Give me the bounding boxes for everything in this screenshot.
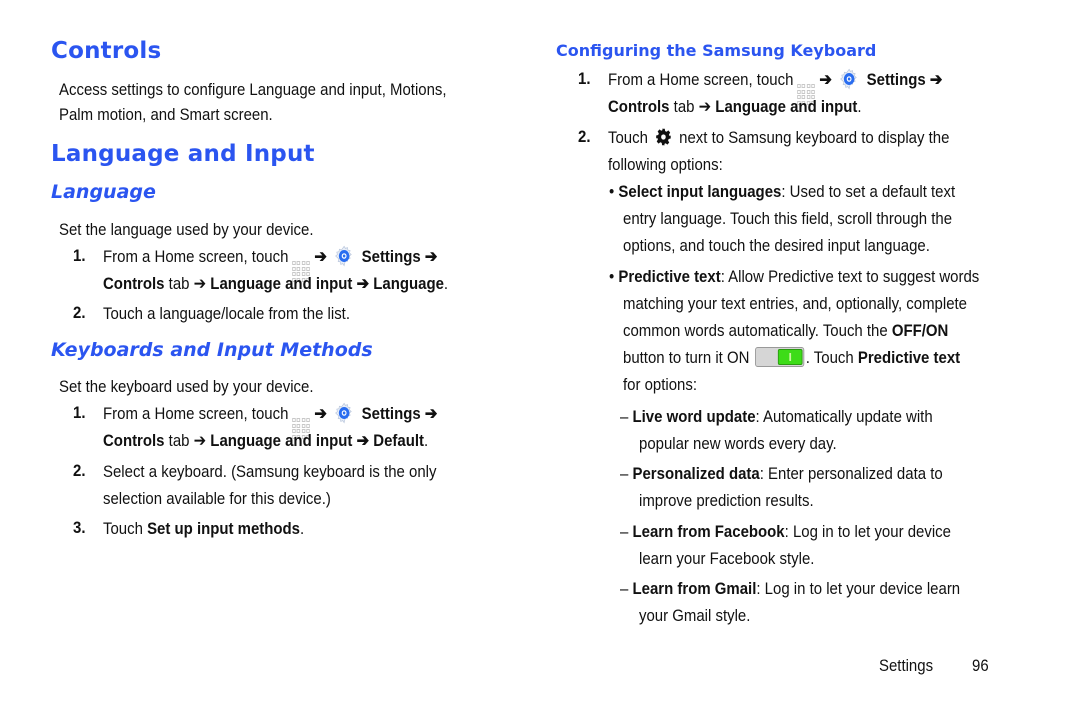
arrow: ➔ (314, 247, 327, 266)
settings-icon (840, 68, 857, 90)
option-text: : Allow Predictive text to suggest words (720, 267, 980, 286)
dash: – (620, 407, 629, 426)
bullet-select-input-languages-line3: options, and touch the desired input lan… (623, 236, 930, 255)
step-bold-text: Language and input (715, 97, 858, 116)
step-text: tab ➔ (164, 431, 211, 450)
step-number: 2. (73, 303, 86, 322)
keyboard-step-2-line1: Select a keyboard. (Samsung keyboard is … (103, 462, 437, 481)
arrow: ➔ (819, 70, 832, 89)
controls-heading: Controls (51, 38, 162, 64)
option-name: Learn from Gmail (632, 579, 757, 598)
step-text: From a Home screen, touch (103, 247, 289, 266)
option-name: Predictive text (618, 267, 721, 286)
keyboard-step-1-line2: Controls tab ➔ Language and input ➔ Defa… (103, 427, 428, 454)
option-text: : Log in to let your device learn (756, 579, 961, 598)
sub-option-learn-facebook-line1: – Learn from Facebook: Log in to let you… (620, 518, 951, 545)
step-bold-text: Set up input methods (147, 519, 301, 538)
step-bold-text: Language and input ➔ Default (210, 431, 424, 450)
step-number: 1. (578, 69, 591, 88)
bullet-predictive-text-line1: • Predictive text: Allow Predictive text… (609, 263, 979, 290)
settings-icon (335, 245, 352, 267)
language-step-2: Touch a language/locale from the list. (103, 304, 350, 323)
option-text: : Automatically update with (755, 407, 933, 426)
keyboard-step-3: Touch Set up input methods. (103, 515, 304, 542)
sub-option-learn-gmail-line1: – Learn from Gmail: Log in to let your d… (620, 575, 960, 602)
bullet-predictive-text-line5: for options: (623, 375, 698, 394)
language-intro: Set the language used by your device. (59, 220, 314, 239)
option-name: Live word update (632, 407, 756, 426)
config-step-1-line2: Controls tab ➔ Language and input. (608, 93, 862, 120)
bullet: • (609, 182, 615, 201)
bullet-predictive-text-line3: common words automatically. Touch the OF… (623, 317, 948, 344)
configuring-keyboard-heading: Configuring the Samsung Keyboard (556, 41, 877, 60)
option-text: : Log in to let your device (784, 522, 951, 541)
page-number: 96 (972, 656, 989, 675)
bullet-predictive-text-line2: matching your text entries, and, optiona… (623, 294, 967, 313)
config-step-2-line1: Touch next to Samsung keyboard to displa… (608, 124, 949, 151)
sub-option-personalized-data-line2: improve prediction results. (639, 491, 814, 510)
option-text: . Touch (805, 348, 858, 367)
config-step-2-line2: following options: (608, 155, 723, 174)
step-text: Touch (608, 128, 648, 147)
step-text: . (300, 519, 305, 538)
option-text: : Used to set a default text (781, 182, 956, 201)
settings-icon (335, 402, 352, 424)
step-number: 2. (73, 461, 86, 480)
on-off-toggle-icon (754, 347, 804, 367)
bullet-select-input-languages-line2: entry language. Touch this field, scroll… (623, 209, 953, 228)
step-bold-text: Language and input ➔ Language (210, 274, 444, 293)
option-text: : Enter personalized data to (759, 464, 943, 483)
language-step-1-line2: Controls tab ➔ Language and input ➔ Lang… (103, 270, 448, 297)
toggle-on-knob (777, 349, 803, 365)
keyboards-heading: Keyboards and Input Methods (51, 339, 373, 361)
option-bold-text: OFF/ON (891, 321, 949, 340)
sub-option-personalized-data-line1: – Personalized data: Enter personalized … (620, 460, 943, 487)
step-bold-text: Controls (103, 431, 165, 450)
sub-option-live-word-update-line2: popular new words every day. (639, 434, 837, 453)
step-text: tab ➔ (164, 274, 211, 293)
step-number: 3. (73, 518, 86, 537)
step-text: next to Samsung keyboard to display the (679, 128, 950, 147)
option-name: Personalized data (632, 464, 760, 483)
language-heading: Language (51, 181, 156, 203)
step-bold-text: Controls (608, 97, 670, 116)
step-number: 2. (578, 127, 591, 146)
dash: – (620, 522, 629, 541)
controls-text-line2: Palm motion, and Smart screen. (59, 105, 273, 124)
step-bold-text: Settings ➔ (361, 247, 438, 266)
option-text: button to turn it ON (623, 348, 750, 367)
option-name: Learn from Facebook (632, 522, 785, 541)
step-text: From a Home screen, touch (608, 70, 794, 89)
step-bold-text: Controls (103, 274, 165, 293)
keyboard-step-2-line2: selection available for this device.) (103, 489, 331, 508)
option-name: Select input languages (618, 182, 782, 201)
sub-option-learn-gmail-line2: your Gmail style. (639, 606, 751, 625)
footer-section-name: Settings (879, 656, 934, 675)
sub-option-learn-facebook-line2: learn your Facebook style. (639, 549, 815, 568)
step-text: . (443, 274, 449, 293)
step-number: 1. (73, 246, 86, 265)
sub-option-live-word-update-line1: – Live word update: Automatically update… (620, 403, 933, 430)
step-bold-text: Settings ➔ (866, 70, 943, 89)
step-number: 1. (73, 403, 86, 422)
bullet-predictive-text-line4: button to turn it ON . Touch Predictive t… (623, 344, 960, 371)
step-text: From a Home screen, touch (103, 404, 289, 423)
language-and-input-heading: Language and Input (51, 141, 315, 167)
step-text: . (857, 97, 862, 116)
step-bold-text: Settings ➔ (361, 404, 438, 423)
controls-text-line1: Access settings to configure Language an… (59, 80, 447, 99)
bullet: • (609, 267, 615, 286)
gear-icon (656, 128, 671, 146)
step-text: . (423, 431, 429, 450)
step-text: tab ➔ (669, 97, 716, 116)
keyboards-intro: Set the keyboard used by your device. (59, 377, 314, 396)
option-bold-text: Predictive text (857, 348, 961, 367)
dash: – (620, 464, 629, 483)
arrow: ➔ (314, 404, 327, 423)
step-text: Touch (103, 519, 148, 538)
dash: – (620, 579, 629, 598)
option-text: common words automatically. Touch the (623, 321, 892, 340)
bullet-select-input-languages-line1: • Select input languages: Used to set a … (609, 178, 955, 205)
